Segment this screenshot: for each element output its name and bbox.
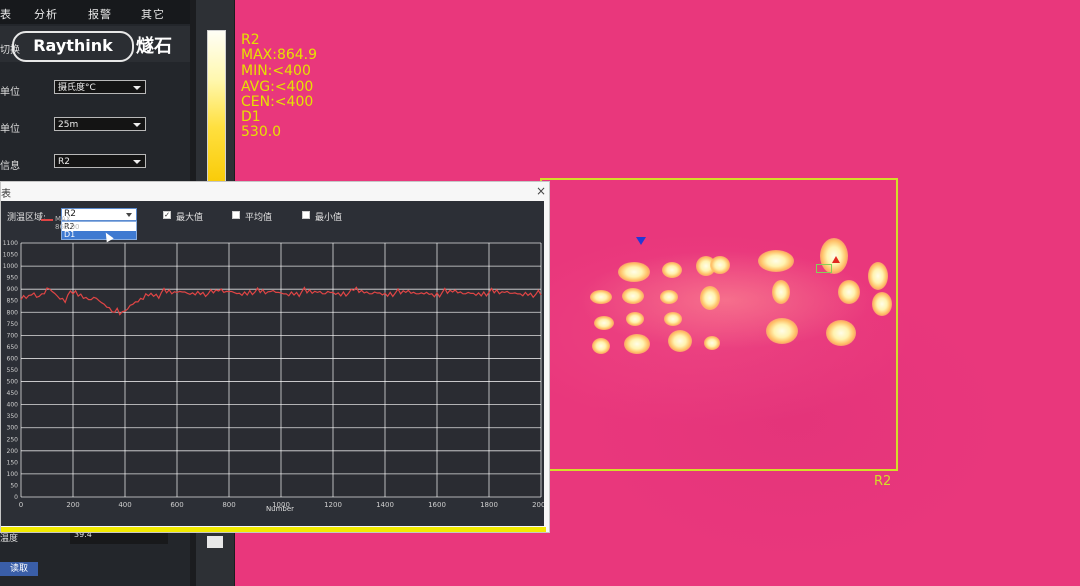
- y-tick-label: 600: [7, 355, 19, 362]
- window-title: 表: [1, 189, 11, 200]
- hot-spot: [872, 292, 892, 316]
- y-tick-label: 750: [7, 321, 19, 328]
- distance-value: 25m: [58, 120, 79, 130]
- max-readout: MAX:864.9: [241, 47, 318, 63]
- min-readout: MIN:<400: [241, 63, 311, 79]
- tab-table[interactable]: 表: [0, 6, 12, 22]
- info-select[interactable]: R2: [54, 154, 146, 168]
- hot-spot: [868, 262, 888, 290]
- x-tick-label: 1600: [428, 501, 446, 509]
- avg-readout: AVG:<400: [241, 79, 314, 95]
- close-button[interactable]: ×: [536, 184, 546, 198]
- menu-tabs: 表 分析 报警 其它: [0, 0, 190, 24]
- hot-spot: [700, 286, 720, 310]
- hot-spot: [704, 336, 720, 350]
- distance-select[interactable]: 25m: [54, 117, 146, 131]
- x-tick-label: 200: [66, 501, 79, 509]
- hot-spot: [622, 288, 644, 304]
- chevron-down-icon: [133, 86, 141, 90]
- window-bottom-strip: [1, 527, 546, 532]
- y-tick-label: 100: [7, 471, 19, 478]
- y-tick-label: 500: [7, 379, 19, 386]
- brand-bar: 切换 Raythink 燧石: [0, 26, 190, 62]
- max-point-marker: [832, 256, 840, 263]
- hot-spot: [758, 250, 794, 272]
- hot-spot: [766, 318, 798, 344]
- x-tick-label: 1400: [376, 501, 394, 509]
- trend-chart: 0 50 100 150 200 250 300 350 400 450 500 550 600 650 7…: [3, 240, 544, 513]
- x-tick-label: 2000: [532, 501, 544, 509]
- info-value: R2: [58, 157, 70, 167]
- hot-spot: [668, 330, 692, 352]
- hot-spot: [594, 316, 614, 330]
- y-tick-label: 1050: [3, 252, 18, 259]
- y-tick-label: 550: [7, 367, 19, 374]
- y-tick-label: 700: [7, 332, 19, 339]
- palette-icon[interactable]: [207, 536, 223, 548]
- y-tick-label: 900: [7, 286, 19, 293]
- y-tick-label: 1000: [3, 263, 18, 270]
- legend-line-max: [41, 219, 53, 221]
- hot-spot: [662, 262, 682, 278]
- y-tick-label: 850: [7, 298, 19, 305]
- min-point-marker: [636, 237, 646, 245]
- x-tick-label: 600: [170, 501, 183, 509]
- y-tick-label: 800: [7, 309, 19, 316]
- y-tick-label: 400: [7, 402, 19, 409]
- hot-spot: [660, 290, 678, 304]
- read-button[interactable]: 读取: [0, 562, 38, 576]
- hot-spot: [838, 280, 860, 304]
- x-tick-label: 0: [19, 501, 23, 509]
- y-tick-label: 350: [7, 413, 19, 420]
- tab-alarm[interactable]: 报警: [88, 6, 112, 22]
- x-axis-label: Number: [266, 505, 294, 513]
- hot-spot: [664, 312, 682, 326]
- roi-label: R2: [874, 474, 892, 489]
- hot-spot: [772, 280, 790, 304]
- hot-spot: [626, 312, 644, 326]
- roi-name-readout: R2: [241, 32, 260, 48]
- x-tick-label: 1200: [324, 501, 342, 509]
- y-tick-label: 200: [7, 448, 19, 455]
- y-tick-label: 150: [7, 459, 19, 466]
- hot-spot: [826, 320, 856, 346]
- brand-logo-cn: 燧石: [136, 36, 172, 57]
- legend-label-max: MAX 865.00: [55, 215, 80, 231]
- hot-spot: [618, 262, 650, 282]
- temp-unit-label: 单位: [0, 87, 20, 98]
- cen-readout: CEN:<400: [241, 94, 314, 110]
- brand-logo: Raythink: [12, 31, 134, 62]
- brand-logo-text: Raythink: [33, 36, 113, 55]
- chart-legend: MAX 865.00: [41, 215, 81, 231]
- temp-unit-select[interactable]: 摄氏度°C: [54, 80, 146, 94]
- y-tick-label: 250: [7, 436, 19, 443]
- chevron-down-icon: [133, 123, 141, 127]
- hot-spot: [590, 290, 612, 304]
- color-scale-bar: [207, 30, 226, 192]
- x-tick-label: 1800: [480, 501, 498, 509]
- y-tick-label: 650: [7, 344, 19, 351]
- trend-panel: 测温区域: R2 R2 D1 ✓ 最大值 平均值 最小值 0 50 100 150 20…: [1, 201, 544, 526]
- hot-spot: [592, 338, 610, 354]
- y-tick-label: 950: [7, 275, 19, 282]
- point-value-readout: 530.0: [241, 124, 282, 140]
- trend-chart-window: 表 × 测温区域: R2 R2 D1 ✓ 最大值 平均值 最小值 0 50 100 1…: [0, 181, 550, 533]
- tab-other[interactable]: 其它: [141, 6, 165, 22]
- point-name-readout: D1: [241, 109, 261, 125]
- chevron-down-icon: [133, 160, 141, 164]
- info-label: 信息: [0, 161, 20, 172]
- y-tick-label: 450: [7, 390, 19, 397]
- distance-unit-label: 单位: [0, 124, 20, 135]
- tab-analysis[interactable]: 分析: [34, 6, 58, 22]
- x-tick-label: 400: [118, 501, 131, 509]
- hot-spot: [710, 256, 730, 274]
- hot-spot: [624, 334, 650, 354]
- spot-d1-marker[interactable]: [816, 264, 832, 273]
- y-tick-label: 50: [10, 482, 18, 489]
- x-tick-label: 800: [222, 501, 235, 509]
- temp-unit-value: 摄氏度°C: [58, 83, 96, 93]
- y-tick-label: 300: [7, 425, 19, 432]
- y-tick-label: 0: [14, 494, 18, 501]
- y-tick-label: 1100: [3, 240, 18, 247]
